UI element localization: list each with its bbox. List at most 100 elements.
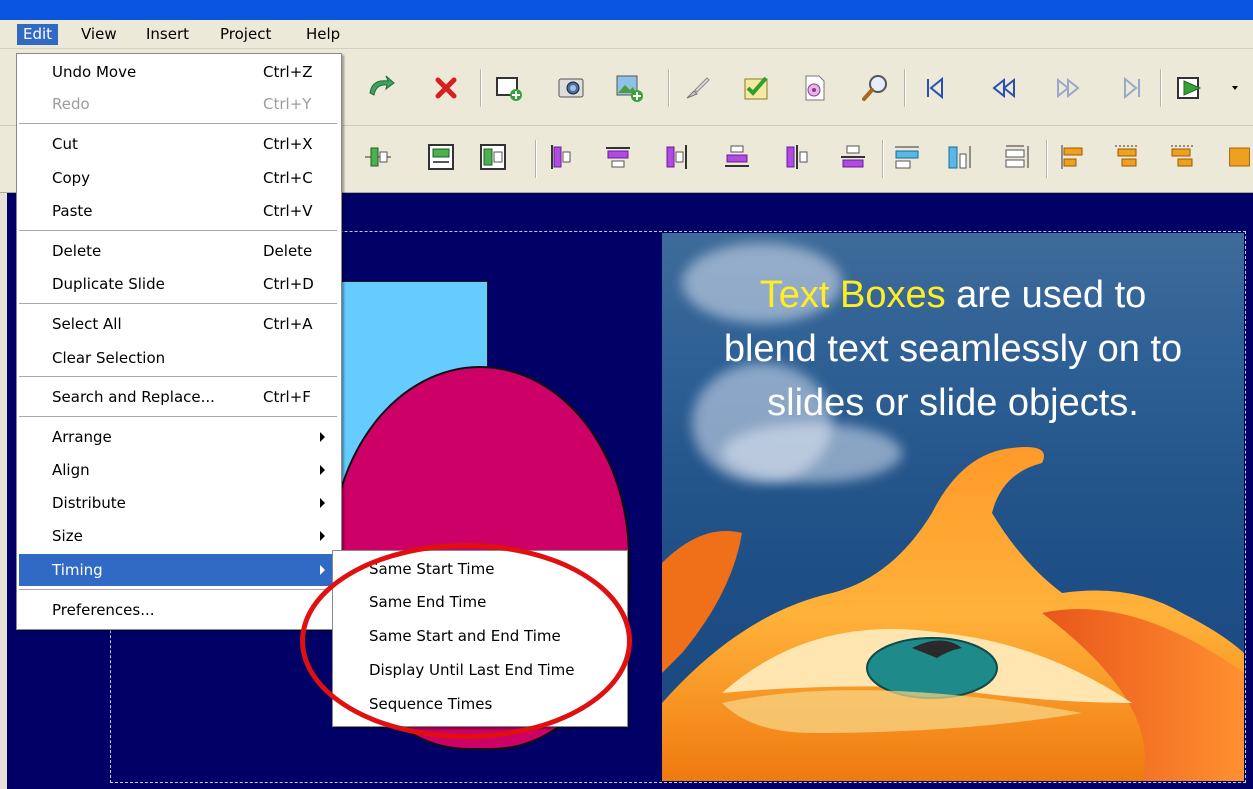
menu-item-shortcut: Ctrl+C bbox=[263, 169, 313, 187]
menu-item-label: Search and Replace... bbox=[52, 388, 215, 406]
align-top-icon[interactable] bbox=[603, 142, 633, 172]
size-width-icon[interactable] bbox=[1057, 142, 1087, 172]
first-slide-icon[interactable] bbox=[920, 73, 950, 103]
toolbar-separator bbox=[1160, 69, 1162, 107]
zoom-icon[interactable] bbox=[860, 73, 890, 103]
align-bottom-icon[interactable] bbox=[722, 142, 752, 172]
menu-view[interactable]: View bbox=[75, 24, 123, 45]
menu-item-label: Duplicate Slide bbox=[52, 275, 165, 293]
distribute-spacing-icon[interactable] bbox=[1003, 142, 1033, 172]
toolbar-separator bbox=[1046, 140, 1048, 178]
menu-item-duplicate-slide[interactable]: Duplicate Slide Ctrl+D bbox=[19, 268, 337, 300]
toolbar-separator bbox=[535, 140, 537, 178]
menu-item-shortcut: Ctrl+A bbox=[263, 315, 313, 333]
annotation-red-circle bbox=[300, 543, 632, 739]
toolbar-separator bbox=[668, 69, 670, 107]
camera-icon[interactable] bbox=[556, 73, 586, 103]
menu-separator bbox=[19, 589, 337, 591]
slide-text-box[interactable]: Text Boxes are used to blend text seamle… bbox=[662, 268, 1244, 430]
toolbar-separator bbox=[904, 69, 906, 107]
menu-item-shortcut: Ctrl+D bbox=[263, 275, 314, 293]
rotate-icon[interactable] bbox=[366, 73, 396, 103]
menu-item-copy[interactable]: Copy Ctrl+C bbox=[19, 162, 337, 194]
play-icon[interactable] bbox=[1175, 73, 1205, 103]
menu-item-shortcut: Ctrl+Y bbox=[263, 95, 312, 113]
play-dropdown-icon[interactable] bbox=[1225, 73, 1245, 103]
menu-item-label: Size bbox=[52, 527, 83, 545]
submenu-arrow-icon bbox=[320, 432, 325, 442]
menu-item-arrange[interactable]: Arrange bbox=[19, 421, 337, 453]
delete-icon[interactable] bbox=[431, 73, 461, 103]
menu-item-label: Copy bbox=[52, 169, 91, 187]
checklist-icon[interactable] bbox=[742, 73, 772, 103]
menu-item-search-replace[interactable]: Search and Replace... Ctrl+F bbox=[19, 381, 337, 413]
align-center-box-icon[interactable] bbox=[478, 142, 508, 172]
menu-project[interactable]: Project bbox=[214, 24, 277, 45]
menu-item-size[interactable]: Size bbox=[19, 520, 337, 552]
menu-help[interactable]: Help bbox=[300, 24, 346, 45]
align-vcenter-icon[interactable] bbox=[782, 142, 812, 172]
menu-item-label: Redo bbox=[52, 95, 90, 113]
align-center-v-icon[interactable] bbox=[363, 142, 393, 172]
left-panel-edge bbox=[0, 193, 7, 789]
menu-bar: Edit View Insert Project Help bbox=[0, 20, 1253, 49]
menu-separator bbox=[19, 303, 337, 305]
menu-edit[interactable]: Edit bbox=[17, 24, 59, 45]
slide-text-line-2: blend text seamlessly on to bbox=[723, 328, 1183, 370]
menu-item-shortcut: Ctrl+V bbox=[263, 202, 313, 220]
menu-item-label: Paste bbox=[52, 202, 93, 220]
align-middle-icon[interactable] bbox=[426, 142, 456, 172]
properties-icon[interactable] bbox=[800, 73, 830, 103]
menu-item-clear-selection[interactable]: Clear Selection bbox=[19, 342, 337, 374]
menu-item-label: Arrange bbox=[52, 428, 112, 446]
add-slide-icon[interactable] bbox=[494, 73, 524, 103]
submenu-arrow-icon bbox=[320, 498, 325, 508]
size-more-icon[interactable] bbox=[1226, 142, 1253, 172]
last-slide-icon[interactable] bbox=[1117, 73, 1147, 103]
distribute-v-icon[interactable] bbox=[946, 142, 976, 172]
menu-item-select-all[interactable]: Select All Ctrl+A bbox=[19, 308, 337, 340]
menu-separator bbox=[19, 230, 337, 232]
insert-image-icon[interactable] bbox=[614, 73, 644, 103]
menu-insert[interactable]: Insert bbox=[140, 24, 195, 45]
menu-item-label: Cut bbox=[52, 135, 78, 153]
menu-item-preferences[interactable]: Preferences... bbox=[19, 594, 337, 626]
align-right-icon[interactable] bbox=[662, 142, 692, 172]
rewind-icon[interactable] bbox=[989, 73, 1019, 103]
menu-item-timing[interactable]: Timing bbox=[19, 554, 337, 586]
brush-icon[interactable] bbox=[682, 73, 712, 103]
submenu-arrow-icon bbox=[320, 565, 325, 575]
menu-item-redo[interactable]: Redo Ctrl+Y bbox=[19, 88, 337, 120]
menu-item-distribute[interactable]: Distribute bbox=[19, 487, 337, 519]
slide-text-line-1: Text Boxes are used to bbox=[662, 268, 1244, 322]
menu-separator bbox=[19, 376, 337, 378]
menu-item-label: Distribute bbox=[52, 494, 126, 512]
align-hcenter-icon[interactable] bbox=[838, 142, 868, 172]
submenu-arrow-icon bbox=[320, 531, 325, 541]
align-left-icon[interactable] bbox=[546, 142, 576, 172]
toolbar-separator bbox=[480, 69, 482, 107]
slide-text-highlight: Text Boxes bbox=[759, 274, 946, 316]
size-height-icon[interactable] bbox=[1112, 142, 1142, 172]
menu-item-shortcut: Delete bbox=[263, 242, 313, 260]
distribute-h-icon[interactable] bbox=[892, 142, 922, 172]
menu-item-undo[interactable]: Undo Move Ctrl+Z bbox=[19, 56, 337, 88]
forward-icon[interactable] bbox=[1053, 73, 1083, 103]
toolbar-separator bbox=[882, 140, 884, 178]
menu-item-label: Select All bbox=[52, 315, 122, 333]
menu-item-label: Clear Selection bbox=[52, 349, 166, 367]
menu-item-delete[interactable]: Delete Delete bbox=[19, 235, 337, 267]
menu-item-label: Undo Move bbox=[52, 63, 137, 81]
menu-item-shortcut: Ctrl+Z bbox=[263, 63, 313, 81]
size-both-icon[interactable] bbox=[1168, 142, 1198, 172]
menu-item-label: Delete bbox=[52, 242, 102, 260]
menu-item-label: Timing bbox=[52, 561, 103, 579]
edit-menu-dropdown: Undo Move Ctrl+Z Redo Ctrl+Y Cut Ctrl+X Cop… bbox=[16, 53, 342, 630]
menu-item-cut[interactable]: Cut Ctrl+X bbox=[19, 128, 337, 160]
menu-item-align[interactable]: Align bbox=[19, 454, 337, 486]
menu-item-label: Align bbox=[52, 461, 90, 479]
title-bar bbox=[0, 0, 1253, 20]
menu-item-shortcut: Ctrl+X bbox=[263, 135, 313, 153]
menu-item-paste[interactable]: Paste Ctrl+V bbox=[19, 195, 337, 227]
slide-text-line1-rest: are used to bbox=[945, 274, 1147, 316]
